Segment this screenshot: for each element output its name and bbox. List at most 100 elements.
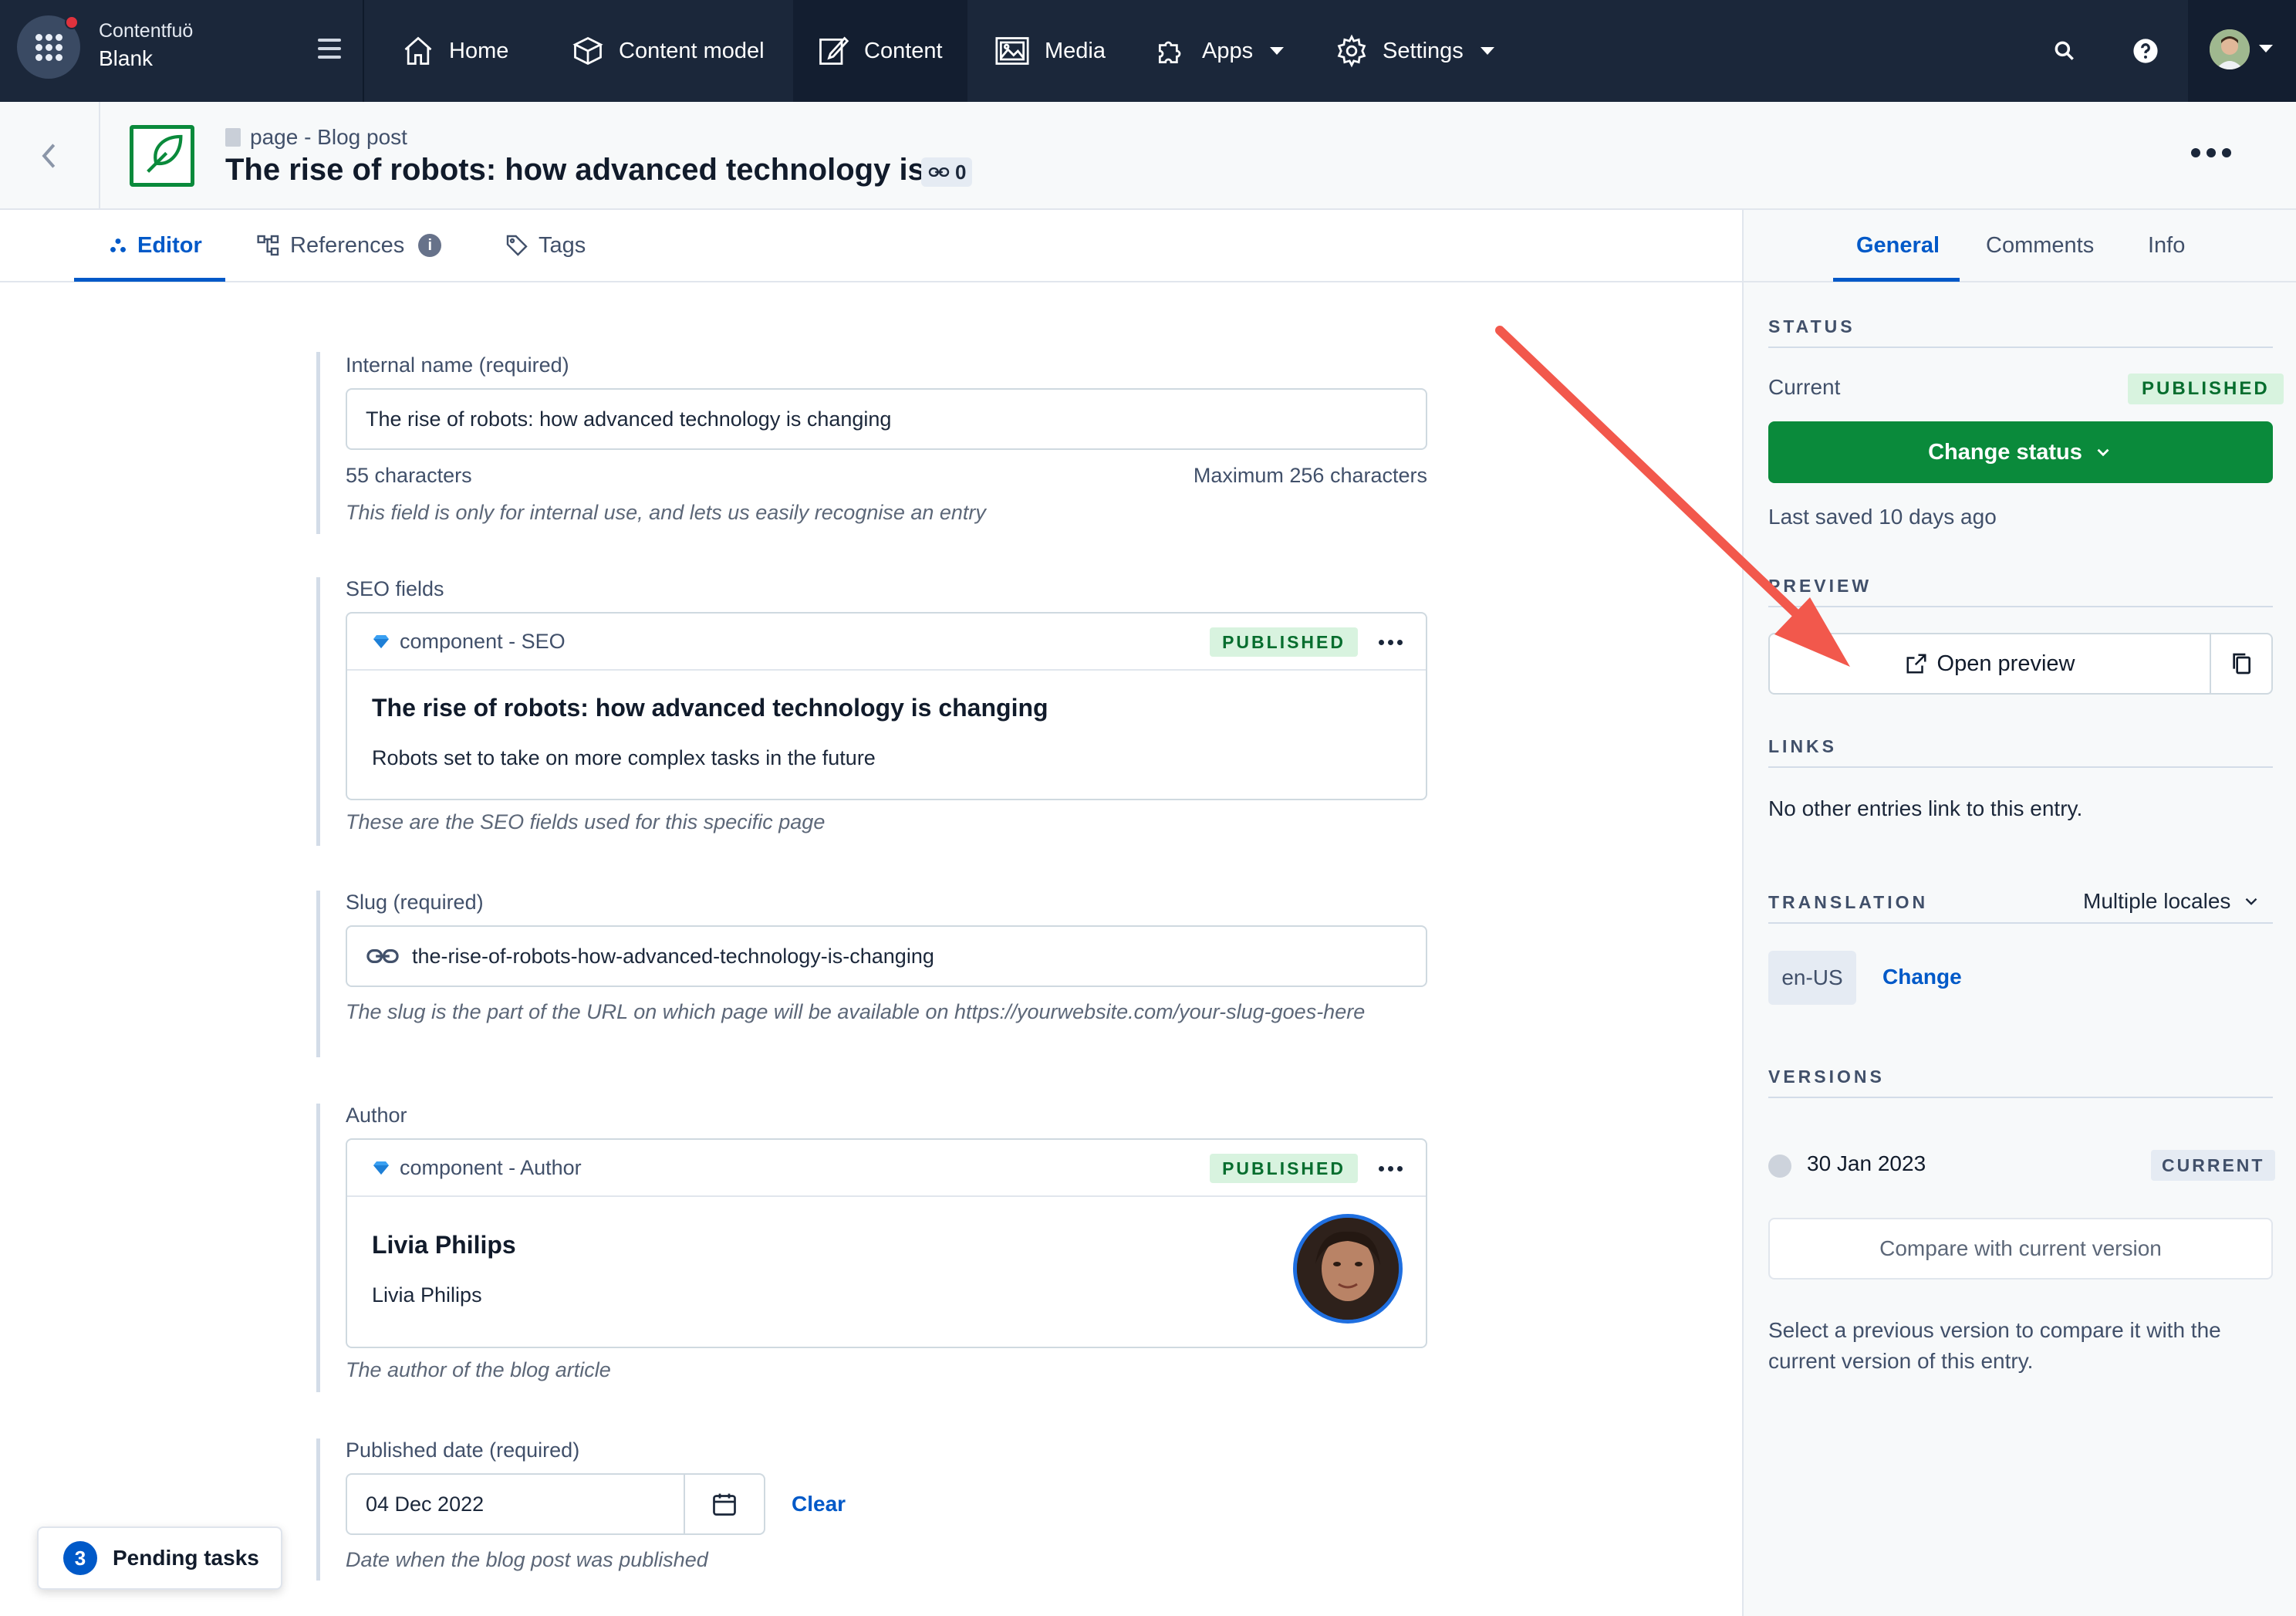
chevron-down-icon (2246, 898, 2257, 905)
tab-references[interactable]: References i (256, 210, 442, 281)
editor-icon (110, 238, 126, 252)
user-menu[interactable] (2188, 0, 2296, 102)
page-title: The rise of robots: how advanced technol… (225, 153, 951, 187)
author-reference-card[interactable]: component - Author PUBLISHED Livia Phili… (346, 1138, 1427, 1348)
change-status-button[interactable]: Change status (1768, 421, 2273, 483)
nav-settings[interactable]: Settings (1335, 0, 1494, 102)
version-radio[interactable] (1768, 1155, 1791, 1178)
entry-content-type-label: page - Blog post (250, 125, 407, 149)
nav-media-label: Media (1045, 38, 1106, 63)
gear-icon (1337, 34, 1366, 68)
link-icon (366, 949, 399, 963)
copy-icon (2233, 653, 2250, 674)
entry-tabs: Editor References i Tags (0, 210, 1742, 282)
status-heading: STATUS (1768, 316, 2273, 348)
links-heading: LINKS (1768, 736, 2273, 768)
puzzle-icon (1158, 41, 1181, 64)
clear-date-link[interactable]: Clear (792, 1492, 846, 1516)
seo-reference-card[interactable]: component - SEO PUBLISHED The rise of ro… (346, 612, 1427, 800)
field-seo: SEO fields component - SEO PUBLISHED The… (316, 577, 1427, 846)
entry-type-icon (130, 125, 194, 187)
card-content-type: component - SEO (400, 629, 566, 653)
hamburger-menu-icon[interactable] (318, 39, 341, 59)
tag-icon (506, 235, 528, 256)
tab-info[interactable]: Info (2148, 210, 2185, 281)
help-button[interactable] (2132, 0, 2159, 102)
tab-comments[interactable]: Comments (1986, 210, 2094, 281)
compare-version-button[interactable]: Compare with current version (1768, 1218, 2273, 1280)
pending-tasks-label: Pending tasks (113, 1546, 259, 1570)
avatar (2210, 29, 2250, 69)
status-badge: PUBLISHED (1210, 627, 1358, 657)
entry-header: page - Blog post The rise of robots: how… (0, 102, 2296, 210)
pending-tasks-button[interactable]: 3 Pending tasks (37, 1526, 282, 1590)
translation-heading-label: TRANSLATION (1768, 892, 1929, 912)
field-help-text: These are the SEO fields used for this s… (346, 810, 826, 833)
link-count-badge[interactable]: 0 (921, 157, 973, 187)
back-button[interactable] (0, 102, 100, 210)
card-title: The rise of robots: how advanced technol… (372, 694, 1048, 722)
calendar-button[interactable] (685, 1473, 765, 1535)
slug-value: the-rise-of-robots-how-advanced-technolo… (412, 944, 934, 968)
internal-name-input[interactable]: The rise of robots: how advanced technol… (346, 388, 1427, 450)
version-date: 30 Jan 2023 (1807, 1151, 1926, 1175)
home-icon (404, 36, 432, 65)
open-preview-button[interactable]: Open preview (1770, 634, 2211, 693)
field-label: Published date (required) (346, 1439, 580, 1462)
field-slug: Slug (required) the-rise-of-robots-how-a… (316, 891, 1427, 1057)
preview-heading: PREVIEW (1768, 576, 2273, 607)
card-description: Robots set to take on more complex tasks… (372, 746, 876, 769)
media-icon (995, 37, 1029, 65)
nav-apps[interactable]: Apps (1154, 0, 1285, 102)
nav-home-label: Home (449, 38, 509, 63)
author-photo (1293, 1214, 1403, 1324)
content-model-icon (572, 36, 603, 66)
field-internal-name: Internal name (required) The rise of rob… (316, 352, 1427, 534)
nav-content-label: Content (864, 38, 943, 63)
card-content-type: component - Author (400, 1155, 582, 1179)
slug-input[interactable]: the-rise-of-robots-how-advanced-technolo… (346, 925, 1427, 987)
tab-editor[interactable]: Editor (108, 210, 202, 281)
tab-tags-label: Tags (539, 232, 586, 258)
copy-preview-link-button[interactable] (2211, 634, 2271, 693)
field-label: Slug (required) (346, 891, 484, 914)
entry-content-type: page - Blog post (225, 125, 407, 150)
nav-apps-label: Apps (1202, 38, 1254, 63)
chevron-down-icon (1270, 47, 1285, 55)
card-more-icon[interactable] (1379, 640, 1403, 645)
tab-general[interactable]: General (1856, 210, 1940, 281)
chevron-down-icon (2259, 45, 2273, 52)
link-icon (928, 167, 950, 177)
space-switcher[interactable]: Contentfuö Blank (0, 0, 363, 102)
character-count: 55 characters (346, 464, 472, 487)
nav-media[interactable]: Media (994, 0, 1106, 102)
date-input[interactable]: 04 Dec 2022 (346, 1473, 685, 1535)
nav-home[interactable]: Home (401, 0, 508, 102)
versions-heading: VERSIONS (1768, 1067, 2273, 1098)
field-published-date: Published date (required) 04 Dec 2022 Cl… (316, 1439, 1427, 1581)
document-icon (225, 128, 241, 147)
tab-tags[interactable]: Tags (505, 210, 586, 281)
card-more-icon[interactable] (1379, 1166, 1403, 1171)
last-saved-text: Last saved 10 days ago (1768, 505, 1997, 529)
nav-content-model[interactable]: Content model (571, 0, 765, 102)
character-max: Maximum 256 characters (1193, 464, 1427, 487)
change-locale-link[interactable]: Change (1882, 965, 1962, 989)
info-icon[interactable]: i (418, 234, 442, 257)
locale-pill: en-US (1768, 951, 1856, 1005)
references-icon (257, 235, 279, 256)
nav-content[interactable]: Content (793, 0, 967, 102)
chevron-down-icon (1480, 47, 1494, 55)
search-button[interactable] (2052, 0, 2077, 102)
space-environment-name: Blank (99, 46, 154, 70)
field-help-text: Date when the blog post was published (346, 1548, 708, 1571)
card-title: Livia Philips (372, 1231, 516, 1259)
locale-mode-select[interactable]: Multiple locales (2083, 889, 2261, 914)
nav-settings-label: Settings (1383, 38, 1464, 63)
change-status-label: Change status (1928, 439, 2082, 465)
more-options-icon[interactable] (2191, 148, 2231, 157)
space-org-name: Contentfuö (99, 20, 194, 42)
apps-grid-icon[interactable] (17, 15, 80, 79)
status-badge: PUBLISHED (1210, 1154, 1358, 1183)
tab-references-label: References (290, 232, 405, 258)
